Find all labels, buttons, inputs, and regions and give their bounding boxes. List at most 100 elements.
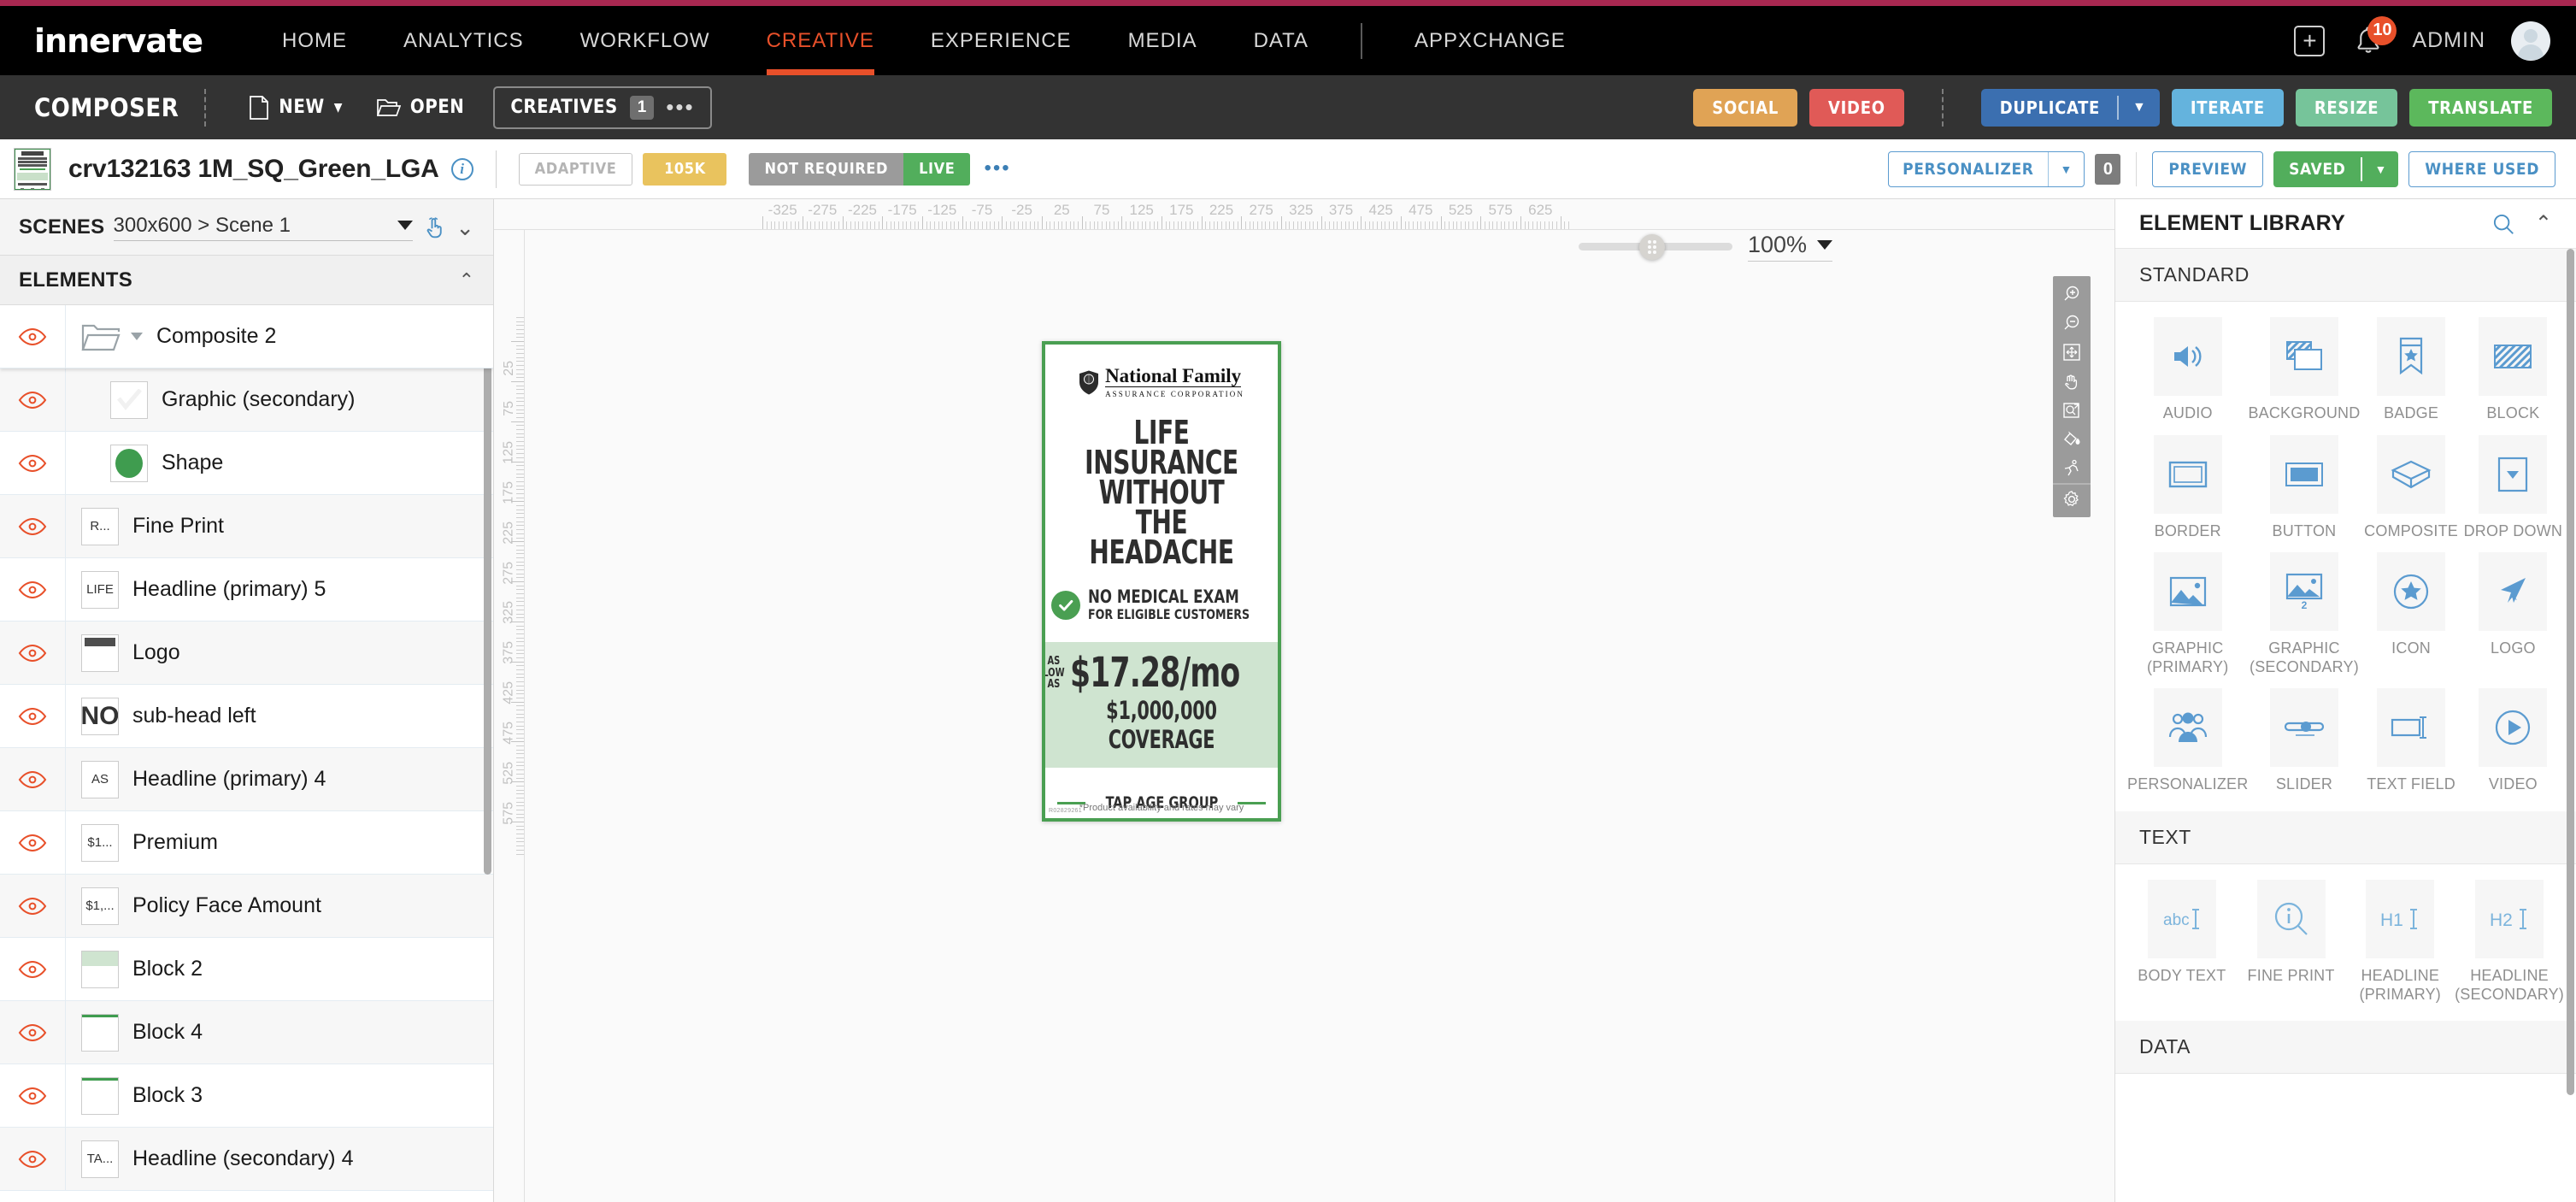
library-item-headline-primary[interactable]: H1 HEADLINE (PRIMARY) xyxy=(2345,879,2455,1016)
translate-button[interactable]: TRANSLATE xyxy=(2409,88,2552,127)
nav-item-experience[interactable]: EXPERIENCE xyxy=(903,6,1100,75)
fill-icon[interactable] xyxy=(2053,425,2091,454)
element-row-logo[interactable]: Logo xyxy=(0,622,493,685)
element-row-block-4[interactable]: Block 4 xyxy=(0,1001,493,1064)
pan-hand-icon[interactable] xyxy=(2053,367,2091,396)
creatives-selector[interactable]: CREATIVES 1 ••• xyxy=(493,85,712,129)
personalizer-button[interactable]: PERSONALIZER ▼ xyxy=(1888,151,2085,187)
creative-thumbnail[interactable] xyxy=(14,147,51,191)
library-item-button[interactable]: BUTTON xyxy=(2248,434,2360,553)
nav-item-creative[interactable]: CREATIVE xyxy=(738,6,903,75)
avatar[interactable] xyxy=(2511,21,2550,61)
video-button[interactable]: VIDEO xyxy=(1809,88,1904,127)
admin-menu[interactable]: ADMIN xyxy=(2412,28,2485,53)
library-item-border[interactable]: BORDER xyxy=(2127,434,2248,553)
interaction-hand-icon[interactable] xyxy=(421,215,447,240)
library-item-video[interactable]: VIDEO xyxy=(2462,688,2564,806)
library-item-icon[interactable]: ICON xyxy=(2360,552,2461,688)
library-item-fine-print[interactable]: FINE PRINT xyxy=(2237,879,2346,1016)
nav-item-home[interactable]: HOME xyxy=(254,6,375,75)
visibility-toggle-icon[interactable] xyxy=(0,391,65,410)
visibility-toggle-icon[interactable] xyxy=(0,1023,65,1042)
creatives-more-icon[interactable]: ••• xyxy=(666,96,694,118)
zoom-level-selector[interactable]: 100% xyxy=(1747,232,1832,262)
element-row-composite-2[interactable]: Composite 2 xyxy=(0,305,493,368)
visibility-toggle-icon[interactable] xyxy=(0,517,65,536)
settings-icon[interactable] xyxy=(2053,485,2091,514)
element-library-collapse-icon[interactable]: ⌃ xyxy=(2535,213,2552,234)
creative-logo[interactable]: National Family ASSURANCE CORPORATION xyxy=(1045,366,1278,398)
element-row-block-3[interactable]: Block 3 xyxy=(0,1064,493,1128)
fit-icon[interactable] xyxy=(2053,338,2091,367)
visibility-toggle-icon[interactable] xyxy=(0,1150,65,1169)
zoom-slider[interactable] xyxy=(1578,233,1732,260)
visibility-toggle-icon[interactable] xyxy=(0,327,65,346)
saved-chevron-down-icon[interactable]: ▼ xyxy=(2362,151,2398,187)
library-item-composite[interactable]: COMPOSITE xyxy=(2360,434,2461,553)
element-row-headline-secondary-4[interactable]: TA... Headline (secondary) 4 xyxy=(0,1128,493,1191)
open-button[interactable]: OPEN xyxy=(360,87,481,128)
library-item-graphic-secondary[interactable]: 2 GRAPHIC (SECONDARY) xyxy=(2248,552,2360,688)
creative-benefit[interactable]: NO MEDICAL EXAM FOR ELIGIBLE CUSTOMERS xyxy=(1045,587,1278,623)
elements-scrollbar[interactable] xyxy=(484,310,491,875)
creative-price-band[interactable]: AS LOW AS $17.28/mo $1,000,000 COVERAGE xyxy=(1045,641,1278,769)
nav-item-appxchange[interactable]: APPXCHANGE xyxy=(1386,6,1594,75)
zoom-in-icon[interactable] xyxy=(2053,280,2091,309)
expand-caret-icon[interactable] xyxy=(131,333,143,340)
element-row-graphic-secondary[interactable]: Graphic (secondary) xyxy=(0,368,493,432)
new-button[interactable]: NEW ▼ xyxy=(232,87,360,128)
zoom-select-icon[interactable] xyxy=(2053,396,2091,425)
library-item-background[interactable]: BACKGROUND xyxy=(2248,317,2360,435)
library-item-drop-down[interactable]: DROP DOWN xyxy=(2462,434,2564,553)
library-item-graphic-primary[interactable]: GRAPHIC (PRIMARY) xyxy=(2127,552,2248,688)
elements-collapse-icon[interactable]: ⌃ xyxy=(459,270,474,290)
library-item-text-field[interactable]: TEXT FIELD xyxy=(2360,688,2461,806)
creative-canvas[interactable]: National Family ASSURANCE CORPORATION LI… xyxy=(1042,341,1281,822)
visibility-toggle-icon[interactable] xyxy=(0,897,65,916)
library-item-personalizer[interactable]: PERSONALIZER xyxy=(2127,688,2248,806)
visibility-toggle-icon[interactable] xyxy=(0,834,65,852)
nav-item-media[interactable]: MEDIA xyxy=(1100,6,1226,75)
visibility-toggle-icon[interactable] xyxy=(0,707,65,726)
element-row-shape[interactable]: Shape xyxy=(0,432,493,495)
zoom-slider-handle[interactable] xyxy=(1639,233,1666,260)
zoom-out-icon[interactable] xyxy=(2053,309,2091,338)
search-icon[interactable] xyxy=(2491,211,2516,237)
library-item-block[interactable]: BLOCK xyxy=(2462,317,2564,435)
library-item-audio[interactable]: AUDIO xyxy=(2127,317,2248,435)
element-row-fine-print[interactable]: R... Fine Print xyxy=(0,495,493,558)
library-item-slider[interactable]: SLIDER xyxy=(2248,688,2360,806)
notifications-button[interactable]: 10 xyxy=(2350,15,2397,59)
brand-logo[interactable]: innervate xyxy=(34,22,203,60)
duplicate-button[interactable]: DUPLICATE ▼ xyxy=(1980,88,2160,127)
resize-button[interactable]: RESIZE xyxy=(2295,88,2398,127)
ad-creative[interactable]: National Family ASSURANCE CORPORATION LI… xyxy=(1042,341,1281,822)
add-icon[interactable]: + xyxy=(2294,25,2326,56)
element-row-premium[interactable]: $1... Premium xyxy=(0,811,493,875)
saved-button[interactable]: SAVED ▼ xyxy=(2273,151,2399,187)
element-row-sub-head-left[interactable]: NO sub-head left xyxy=(0,685,493,748)
nav-item-analytics[interactable]: ANALYTICS xyxy=(375,6,552,75)
library-item-body-text[interactable]: abc BODY TEXT xyxy=(2127,879,2237,1016)
visibility-toggle-icon[interactable] xyxy=(0,960,65,979)
element-row-policy-face-amount[interactable]: $1,... Policy Face Amount xyxy=(0,875,493,938)
creative-headline[interactable]: LIFE INSURANCE WITHOUT THE HEADACHE xyxy=(1066,416,1256,569)
library-item-headline-secondary[interactable]: H2 HEADLINE (SECONDARY) xyxy=(2455,879,2564,1016)
library-item-badge[interactable]: BADGE xyxy=(2360,317,2461,435)
element-row-headline-primary-4[interactable]: AS Headline (primary) 4 xyxy=(0,748,493,811)
nav-item-data[interactable]: DATA xyxy=(1226,6,1337,75)
visibility-toggle-icon[interactable] xyxy=(0,580,65,599)
library-item-logo[interactable]: LOGO xyxy=(2462,552,2564,688)
duplicate-chevron-down-icon[interactable]: ▼ xyxy=(2119,89,2160,127)
file-more-icon[interactable]: ••• xyxy=(984,157,1010,179)
visibility-toggle-icon[interactable] xyxy=(0,1087,65,1105)
canvas-area[interactable]: -325 -275 -225 -175 -125 -75 -25 25 75 125 175 225 2… xyxy=(494,199,2114,1202)
nav-item-workflow[interactable]: WORKFLOW xyxy=(552,6,738,75)
visibility-toggle-icon[interactable] xyxy=(0,770,65,789)
animate-icon[interactable] xyxy=(2053,454,2091,483)
info-icon[interactable]: i xyxy=(450,157,473,180)
social-button[interactable]: SOCIAL xyxy=(1693,88,1798,127)
preview-button[interactable]: PREVIEW xyxy=(2152,151,2264,187)
scenes-collapse-icon[interactable]: ⌄ xyxy=(456,216,474,239)
iterate-button[interactable]: ITERATE xyxy=(2171,88,2284,127)
